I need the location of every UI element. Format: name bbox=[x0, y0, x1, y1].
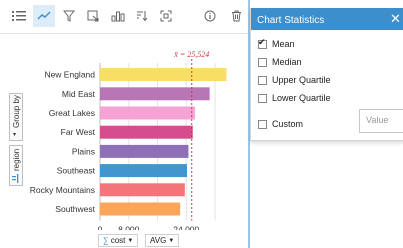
bar bbox=[100, 125, 193, 139]
aggregation-dropdown[interactable]: AVG ▼ bbox=[145, 234, 180, 247]
sum-icon: ∑ bbox=[103, 236, 109, 245]
median-checkbox[interactable] bbox=[258, 57, 267, 67]
chevron-down-icon: ▼ bbox=[168, 237, 175, 244]
bar bbox=[100, 202, 181, 216]
bar bbox=[100, 68, 227, 82]
aggregation-label: AVG bbox=[150, 236, 167, 245]
mean-label: x̄ = 25,524 bbox=[173, 50, 209, 59]
x-tick-label: 24,000 bbox=[173, 225, 199, 230]
cost-field-label: cost bbox=[110, 236, 126, 245]
bar bbox=[100, 183, 185, 197]
lower-quartile-checkbox[interactable] bbox=[258, 93, 267, 103]
category-label: Southwest bbox=[55, 204, 95, 214]
mean-option[interactable]: Mean bbox=[258, 37, 295, 49]
custom-checkbox[interactable] bbox=[258, 119, 267, 129]
bar bbox=[100, 106, 195, 120]
mean-checkbox[interactable] bbox=[258, 37, 267, 49]
x-tick-label: 0 bbox=[98, 225, 103, 230]
panel-title: Chart Statistics bbox=[257, 15, 325, 26]
custom-value-input[interactable]: Value bbox=[359, 109, 403, 133]
close-icon[interactable]: ✕ bbox=[390, 12, 403, 25]
lower-quartile-option[interactable]: Lower Quartile bbox=[258, 93, 331, 103]
category-label: Southeast bbox=[57, 166, 96, 176]
cost-field-dropdown[interactable]: ∑ cost ▼ bbox=[98, 234, 139, 247]
bar bbox=[100, 164, 187, 178]
mean-label: Mean bbox=[272, 39, 295, 49]
chart-card: Group by ▾ region New England Mid East Gre… bbox=[0, 0, 250, 248]
panel-header: Chart Statistics ✕ bbox=[251, 8, 403, 30]
custom-value-placeholder: Value bbox=[366, 115, 389, 125]
x-tick-label: 8,000 bbox=[118, 225, 140, 230]
bar-chart: New England Mid East Great Lakes Far West Pl… bbox=[30, 50, 227, 230]
median-label: Median bbox=[272, 57, 302, 67]
upper-quartile-option[interactable]: Upper Quartile bbox=[258, 75, 331, 85]
category-label: Plains bbox=[72, 146, 95, 156]
category-label: Far West bbox=[61, 127, 96, 137]
custom-label: Custom bbox=[272, 119, 304, 129]
chevron-down-icon: ▼ bbox=[127, 237, 134, 244]
custom-option[interactable]: Custom bbox=[258, 119, 303, 129]
chart-statistics-panel: Chart Statistics ✕ Mean Median Upper Qua… bbox=[250, 8, 403, 141]
category-label: New England bbox=[44, 70, 95, 80]
category-label: Rocky Mountains bbox=[30, 185, 95, 195]
upper-quartile-label: Upper Quartile bbox=[272, 75, 331, 85]
median-option[interactable]: Median bbox=[258, 57, 302, 67]
bar bbox=[100, 87, 210, 101]
lower-quartile-label: Lower Quartile bbox=[272, 93, 331, 103]
bar bbox=[100, 144, 189, 158]
upper-quartile-checkbox[interactable] bbox=[258, 75, 267, 85]
category-label: Great Lakes bbox=[49, 108, 95, 118]
category-label: Mid East bbox=[62, 89, 96, 99]
